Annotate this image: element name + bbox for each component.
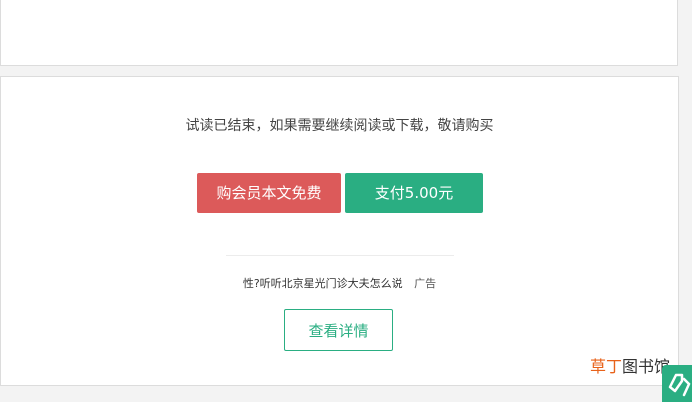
view-details-button[interactable]: 查看详情 xyxy=(284,309,393,351)
corner-widget[interactable] xyxy=(662,365,692,402)
pay-button[interactable]: 支付5.00元 xyxy=(345,173,483,213)
tag-icon xyxy=(668,373,691,397)
watermark-part-1: 草丁 xyxy=(590,357,623,376)
ad-line: 性?听听北京星光门诊大夫怎么说 广告 xyxy=(0,275,679,293)
page: 试读已结束，如果需要继续阅读或下载，敬请购买 购会员本文免费 支付5.00元 性… xyxy=(0,0,692,402)
ad-badge: 广告 xyxy=(414,277,437,290)
site-watermark: 草丁图书馆 xyxy=(590,357,670,377)
trial-ended-notice: 试读已结束，如果需要继续阅读或下载，敬请购买 xyxy=(185,118,494,134)
member-free-button[interactable]: 购会员本文免费 xyxy=(197,173,341,213)
divider xyxy=(226,255,454,256)
ad-link[interactable]: 性?听听北京星光门诊大夫怎么说 xyxy=(243,277,403,290)
previous-content-card xyxy=(0,0,678,66)
